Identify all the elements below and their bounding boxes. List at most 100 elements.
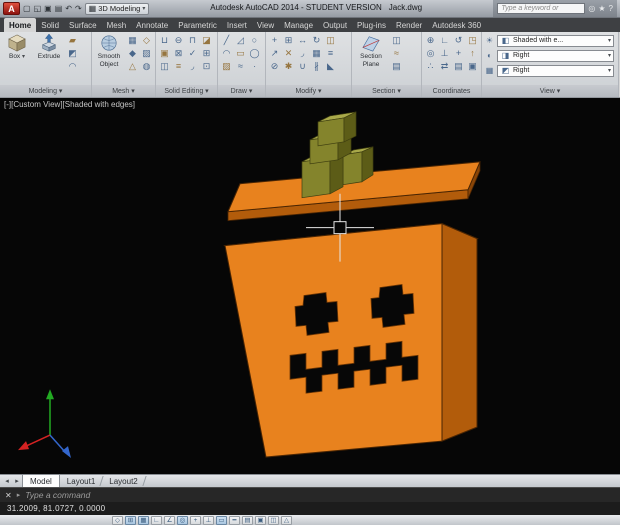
smooth-less-icon[interactable]: ◆ [126,47,139,60]
smooth-more-icon[interactable]: ◇ [140,34,153,47]
named-view-dropdown[interactable]: ◨ Right ▾ [497,49,614,62]
offset-icon[interactable]: ≡ [324,47,337,60]
sweep-icon[interactable]: ◠ [66,60,79,73]
smooth-object-button[interactable]: Smooth Object [94,34,124,69]
tab-scroll-right-icon[interactable]: ▸ [12,477,22,485]
pumpkin-body[interactable] [223,222,479,458]
ucs-object-icon[interactable]: ◎ [424,47,437,60]
panel-label-coordinates[interactable]: Coordinates [422,85,481,97]
mesh-refine-icon[interactable]: ▨ [140,47,153,60]
mirror-icon[interactable]: ◫ [324,34,337,47]
otrack-toggle-icon[interactable]: + [190,515,201,525]
explode-icon[interactable]: ✱ [282,60,295,73]
panel-label-modeling[interactable]: Modeling ▾ [0,85,91,97]
tab-mesh[interactable]: Mesh [102,18,132,32]
plot-icon[interactable]: ▤ [55,4,63,13]
panel-label-view[interactable]: View ▾ [482,85,618,97]
ucs-view-dropdown[interactable]: ◩ Right ▾ [497,64,614,77]
polyline-icon[interactable]: ◿ [234,34,247,47]
tab-parametric[interactable]: Parametric [173,18,222,32]
offset-edge-icon[interactable]: ≡ [172,60,185,73]
fillet-edge-icon[interactable]: ◞ [186,60,199,73]
point-icon[interactable]: ∙ [248,60,261,73]
join-icon[interactable]: ∪ [296,60,309,73]
close-icon[interactable]: ✕ [5,491,12,500]
rotate-icon[interactable]: ↻ [310,34,323,47]
subtract-icon[interactable]: ⊖ [172,34,185,47]
scale-icon[interactable]: ↗ [268,47,281,60]
union-icon[interactable]: ⊔ [158,34,171,47]
break-icon[interactable]: ∦ [310,60,323,73]
line-icon[interactable]: ╱ [220,34,233,47]
presspull-icon[interactable]: ◩ [66,47,79,60]
panel-label-section[interactable]: Section ▾ [352,85,421,97]
ucs-3point-icon[interactable]: ∴ [424,60,437,73]
tab-insert[interactable]: Insert [222,18,252,32]
viewport-controls[interactable]: [-][Custom View][Shaded with edges] [4,100,135,109]
infer-toggle-icon[interactable]: ◇ [112,515,123,525]
workspace-switcher[interactable]: ▦ 3D Modeling ▾ [84,2,150,15]
pumpkin-front-face[interactable] [224,223,443,458]
tab-output[interactable]: Output [318,18,352,32]
generate-section-icon[interactable]: ▤ [390,60,403,73]
move-icon[interactable]: + [268,34,281,47]
open-file-icon[interactable]: ◱ [34,4,42,13]
tab-manage[interactable]: Manage [279,18,318,32]
live-section-icon[interactable]: ◫ [390,34,403,47]
copy-icon[interactable]: ⊞ [282,34,295,47]
dyn-toggle-icon[interactable]: ▭ [216,515,227,525]
shell-icon[interactable]: ▣ [158,47,171,60]
chamfer-icon[interactable]: ◣ [324,60,337,73]
visual-style-dropdown[interactable]: ◧ Shaded with e... ▾ [497,34,614,47]
mesh-primitive-icon[interactable]: ▦ [126,34,139,47]
new-file-icon[interactable]: ▢ [23,4,31,13]
ucs-face-icon[interactable]: ◳ [466,34,479,47]
tab-scroll-left-icon[interactable]: ◂ [2,477,12,485]
osnap-toggle-icon[interactable]: ◎ [177,515,188,525]
sun-icon[interactable]: ☀ [484,34,495,47]
ucs-z-axis-icon[interactable]: ↑ [466,47,479,60]
viewport[interactable]: [-][Custom View][Shaded with edges] [0,98,620,474]
section-plane-button[interactable]: Section Plane [354,34,388,69]
trim-icon[interactable]: ✕ [282,47,295,60]
ucs-view-icon[interactable]: ⊥ [438,47,451,60]
ellipse-icon[interactable]: ◯ [248,47,261,60]
materials-icon[interactable]: ◐ [484,49,495,62]
stretch-icon[interactable]: ↔ [296,34,309,47]
add-jog-icon[interactable]: ≈ [390,47,403,60]
box-button[interactable]: Box ▾ [2,34,32,61]
extrude-face-icon[interactable]: ⊡ [200,60,213,73]
ucs-origin-icon[interactable]: + [452,47,465,60]
tab-plug-ins[interactable]: Plug-ins [352,18,391,32]
model-space[interactable] [0,98,620,474]
hatch-icon[interactable]: ▨ [220,60,233,73]
favorites-icon[interactable]: ★ [598,4,605,13]
panel-label-draw[interactable]: Draw ▾ [218,85,265,97]
ucs-named-icon[interactable]: ▤ [452,60,465,73]
grid-toggle-icon[interactable]: ▦ [138,515,149,525]
extrude-button[interactable]: Extrude [34,34,64,61]
tab-model[interactable]: Model [22,475,60,487]
interfere-icon[interactable]: ⊠ [172,47,185,60]
ucs-x-icon[interactable]: ⇄ [438,60,451,73]
command-line[interactable]: ✕ ▸ Type a command [0,487,620,502]
tab-layout2[interactable]: Layout2 [102,475,144,487]
tpy-toggle-icon[interactable]: ▤ [242,515,253,525]
help-icon[interactable]: ? [609,4,613,13]
spline-icon[interactable]: ≈ [234,60,247,73]
fillet-icon[interactable]: ◞ [296,47,309,60]
mesh-crease-icon[interactable]: △ [126,60,139,73]
tab-solid[interactable]: Solid [36,18,64,32]
pumpkin-right-face[interactable] [441,222,478,442]
tab-annotate[interactable]: Annotate [131,18,173,32]
save-file-icon[interactable]: ▣ [44,4,52,13]
ucs-axis-icon[interactable] [18,389,71,459]
tab-layout1[interactable]: Layout1 [60,475,102,487]
search-icon[interactable]: ◎ [588,4,595,13]
solid-check-icon[interactable]: ✓ [186,47,199,60]
ucs-world-icon[interactable]: ⊕ [424,34,437,47]
lwt-toggle-icon[interactable]: ━ [229,515,240,525]
polysolid-icon[interactable]: ▰ [66,34,79,47]
grid-icon[interactable]: ▦ [484,64,495,77]
separate-icon[interactable]: ◫ [158,60,171,73]
